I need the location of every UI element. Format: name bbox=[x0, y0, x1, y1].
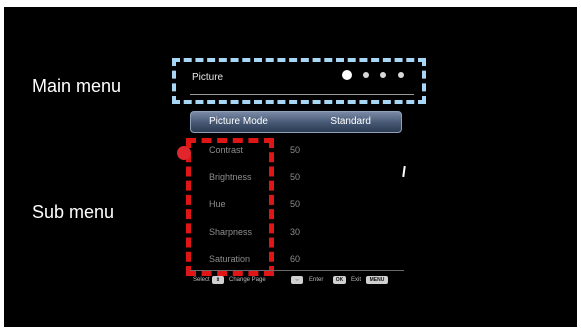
menu-key: MENU bbox=[366, 276, 388, 284]
picture-mode-item[interactable]: Picture Mode Standard bbox=[190, 111, 402, 133]
main-menu-callout: Main menu bbox=[32, 76, 122, 96]
picture-mode-value: Standard bbox=[330, 116, 371, 127]
sharpness-value: 30 bbox=[290, 227, 301, 237]
sub-menu-callout: Sub menu bbox=[32, 202, 115, 222]
footer-change-page-label: Change Page bbox=[229, 277, 266, 283]
picture-mode-label: Picture Mode bbox=[209, 116, 268, 127]
leftright-key-icon: ⇔ bbox=[291, 276, 303, 284]
red-marker bbox=[177, 146, 191, 160]
contrast-value: 50 bbox=[290, 145, 301, 155]
footer-exit-label: Exit bbox=[351, 277, 362, 283]
hue-value: 50 bbox=[290, 199, 301, 209]
footer-divider bbox=[190, 270, 404, 271]
footer-enter-label: Enter bbox=[309, 277, 324, 283]
updown-key-icon: ⇕ bbox=[212, 276, 224, 284]
saturation-value: 60 bbox=[290, 254, 301, 264]
footer-select-label: Select bbox=[193, 277, 210, 283]
sub-menu-highlight-box bbox=[186, 138, 274, 276]
ok-key: OK bbox=[333, 276, 346, 284]
brightness-value: 50 bbox=[290, 172, 301, 182]
main-menu-highlight-box bbox=[172, 58, 426, 104]
